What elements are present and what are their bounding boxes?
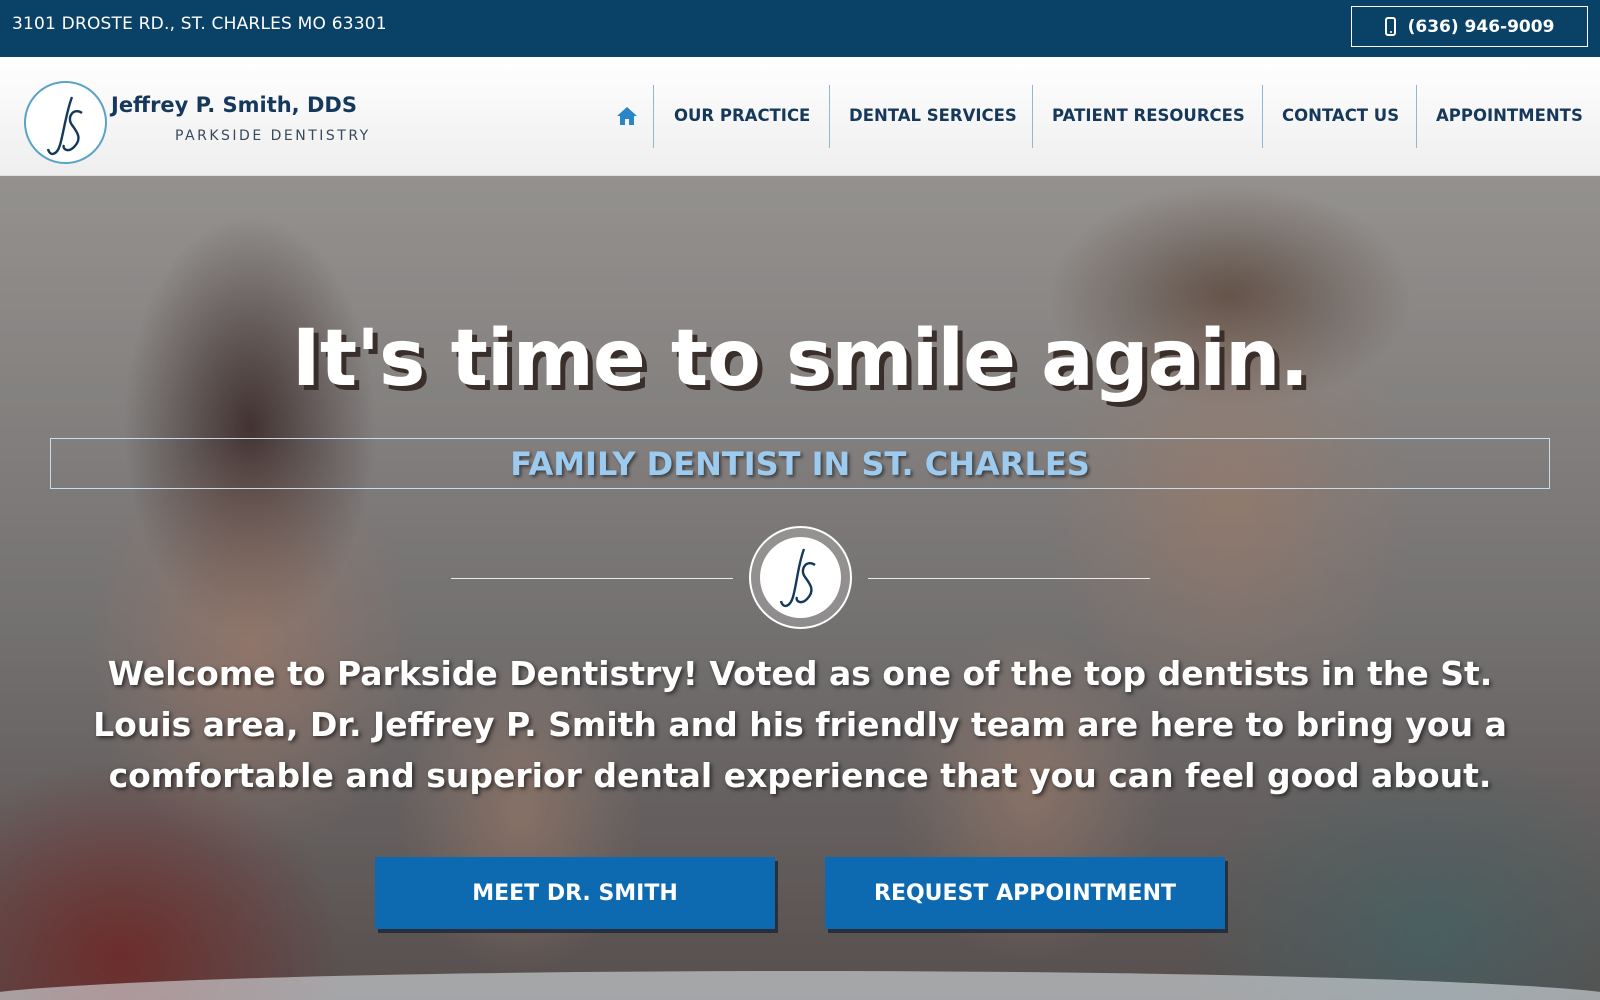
nav-separator [1032, 85, 1033, 148]
welcome-text: Welcome to Parkside Dentistry! Voted as … [93, 654, 1507, 795]
hero-headline: It's time to smile again. [291, 314, 1309, 404]
nav-separator [829, 85, 830, 148]
nav-dental-services[interactable]: DENTAL SERVICES [849, 106, 1017, 125]
phone-button[interactable]: (636) 946-9009 [1351, 6, 1588, 47]
nav-our-practice[interactable]: OUR PRACTICE [674, 106, 810, 125]
phone-number: (636) 946-9009 [1407, 16, 1555, 37]
nav-separator [653, 85, 654, 148]
request-appointment-button[interactable]: REQUEST APPOINTMENT [825, 857, 1225, 929]
address-text: 3101 DROSTE RD., ST. CHARLES MO 63301 [12, 14, 387, 34]
nav-contact-us[interactable]: CONTACT US [1282, 106, 1399, 125]
site-header: Jeffrey P. Smith, DDS PARKSIDE DENTISTRY… [0, 57, 1600, 176]
meet-dr-smith-button[interactable]: MEET DR. SMITH [375, 857, 775, 929]
nav-separator [1416, 85, 1417, 148]
divider-line [868, 578, 1150, 579]
monogram-emblem [749, 526, 852, 629]
hero-banner: It's time to smile again. FAMILY DENTIST… [0, 176, 1600, 1000]
main-nav: OUR PRACTICE DENTAL SERVICES PATIENT RES… [0, 85, 1600, 148]
monogram-icon [779, 548, 816, 608]
phone-icon [1384, 17, 1396, 36]
nav-patient-resources[interactable]: PATIENT RESOURCES [1052, 106, 1245, 125]
nav-appointments[interactable]: APPOINTMENTS [1436, 106, 1583, 125]
nav-separator [1262, 85, 1263, 148]
nav-home[interactable] [612, 103, 642, 129]
divider-line [451, 578, 733, 579]
hero-subheadline-box: FAMILY DENTIST IN ST. CHARLES [50, 438, 1550, 489]
hero-subheadline: FAMILY DENTIST IN ST. CHARLES [510, 444, 1090, 483]
home-icon [617, 107, 637, 125]
top-bar: 3101 DROSTE RD., ST. CHARLES MO 63301 (6… [0, 0, 1600, 57]
